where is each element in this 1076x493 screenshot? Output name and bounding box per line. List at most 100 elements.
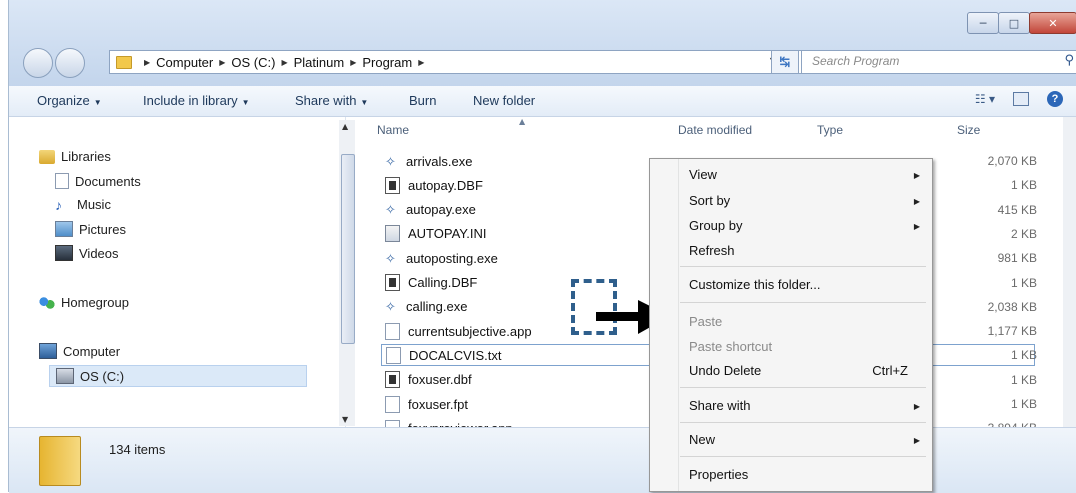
burn-button[interactable]: Burn [409,93,436,108]
file-size: 415 KB [997,202,1037,217]
executable-icon: ✧ [385,153,396,169]
folder-icon [116,55,132,69]
nav-item-music[interactable]: ♪ Music [55,197,111,212]
menu-item-customize-folder[interactable]: Customize this folder... [689,277,821,292]
nav-item-documents[interactable]: Documents [55,173,141,189]
refresh-button[interactable]: ↹ [771,50,799,74]
menu-separator [680,422,926,423]
menu-separator [680,387,926,388]
menu-item-share-with[interactable]: Share with [689,398,750,413]
column-date-modified[interactable]: Date modified [678,123,752,137]
file-row[interactable]: autopay.DBF [385,174,483,196]
menu-item-refresh[interactable]: Refresh [689,243,735,258]
search-input[interactable]: Search Program ⚲ [801,50,1076,74]
column-type[interactable]: Type [817,123,843,137]
breadcrumb-program[interactable]: Program [362,55,412,70]
nav-item-os-c[interactable]: OS (C:) [49,365,307,387]
chevron-down-icon: ▼ [360,98,369,107]
minimize-button[interactable]: ─ [967,12,999,34]
videos-icon [55,245,73,261]
submenu-arrow-icon: ▶ [913,171,920,180]
file-name: foxuser.dbf [408,372,472,388]
chevron-right-icon: ▶ [144,57,151,67]
title-bar: ─ □ ✕ ▶ Computer ▶ OS (C:) ▶ Platinum ▶ … [9,0,1076,86]
file-size: 1 KB [1010,178,1037,193]
column-size[interactable]: Size [957,123,980,137]
documents-icon [55,173,69,189]
address-bar[interactable]: ▶ Computer ▶ OS (C:) ▶ Platinum ▶ Progra… [109,50,803,74]
view-options-icon[interactable]: ☷ ▾ [975,92,995,106]
maximize-icon: □ [1008,16,1020,30]
menu-item-view[interactable]: View [689,167,717,182]
file-name: DOCALCVIS.txt [409,347,502,363]
scroll-down-icon[interactable]: ▼ [342,415,348,424]
undo-shortcut-label: Ctrl+Z [872,363,908,378]
menu-gutter [678,159,679,491]
menu-item-paste-shortcut: Paste shortcut [689,339,773,354]
nav-item-pictures[interactable]: Pictures [55,221,126,237]
file-size: 1 KB [1010,348,1037,363]
minimize-icon: ─ [979,16,987,30]
file-row[interactable]: foxuser.fpt [385,393,468,415]
file-row[interactable]: ✧ autoposting.exe [385,247,498,269]
breadcrumb-platinum[interactable]: Platinum [294,55,345,70]
submenu-arrow-icon: ▶ [913,222,920,231]
file-list-scrollbar[interactable] [1063,117,1076,427]
back-button[interactable] [23,48,53,78]
nav-scrollbar[interactable]: ▲ ▼ [339,120,355,426]
maximize-button[interactable]: □ [998,12,1030,34]
include-in-library-button[interactable]: Include in library ▼ [143,93,250,108]
file-size: 1 KB [1010,275,1037,290]
organize-button[interactable]: Organize ▼ [37,93,102,108]
file-row[interactable]: ✧ calling.exe [385,296,467,318]
breadcrumb-os-c[interactable]: OS (C:) [231,55,275,70]
help-icon[interactable]: ? [1047,91,1063,107]
libraries-icon [39,149,55,164]
nav-item-videos[interactable]: Videos [55,245,119,261]
chevron-right-icon: ▶ [219,57,226,67]
item-count: 134 items [109,442,166,457]
submenu-arrow-icon: ▶ [913,402,920,411]
preview-pane-icon[interactable] [1013,92,1029,106]
menu-item-undo-delete[interactable]: Undo Delete [689,363,761,378]
menu-item-group-by[interactable]: Group by [689,218,742,233]
new-folder-button[interactable]: New folder [473,93,535,108]
database-file-icon [385,274,400,291]
file-size: 2 KB [1010,226,1037,241]
file-size: 1,177 KB [987,324,1037,339]
nav-scroll-thumb[interactable] [341,154,355,344]
forward-button[interactable] [55,48,85,78]
file-row[interactable]: foxuser.dbf [385,369,472,391]
file-row[interactable]: AUTOPAY.INI [385,223,487,245]
scroll-up-icon[interactable]: ▲ [342,122,348,131]
menu-item-properties[interactable]: Properties [689,467,748,482]
file-row[interactable]: ✧ arrivals.exe [385,150,472,172]
file-name: arrivals.exe [406,153,473,169]
nav-item-computer[interactable]: Computer [39,343,120,359]
menu-item-new[interactable]: New [689,432,715,447]
chevron-right-icon: ▶ [281,57,288,67]
chevron-down-icon: ▼ [93,98,102,107]
executable-icon: ✧ [385,299,396,315]
menu-item-paste: Paste [689,314,723,329]
file-size: 2,038 KB [987,299,1037,314]
breadcrumb-computer[interactable]: Computer [156,55,213,70]
file-size: 1 KB [1010,372,1037,387]
file-name: AUTOPAY.INI [408,226,487,242]
nav-item-libraries[interactable]: Libraries [39,149,111,164]
file-name: foxuser.fpt [408,396,468,412]
column-name[interactable]: Name [377,123,409,137]
file-name: autopay.exe [406,202,476,218]
homegroup-icon [39,295,55,310]
share-with-button[interactable]: Share with ▼ [295,93,368,108]
close-icon: ✕ [1048,16,1058,30]
menu-separator [680,266,926,267]
file-row[interactable]: ✧ autopay.exe [385,199,476,221]
nav-item-homegroup[interactable]: Homegroup [39,295,129,310]
menu-item-sort-by[interactable]: Sort by [689,193,730,208]
view-controls: ☷ ▾ ? [975,91,1063,107]
file-row[interactable]: currentsubjective.app [385,320,532,342]
close-button[interactable]: ✕ [1029,12,1076,34]
context-menu: View ▶ Sort by ▶ Group by ▶ Refresh Cust… [649,158,933,492]
file-row[interactable]: Calling.DBF [385,272,477,294]
